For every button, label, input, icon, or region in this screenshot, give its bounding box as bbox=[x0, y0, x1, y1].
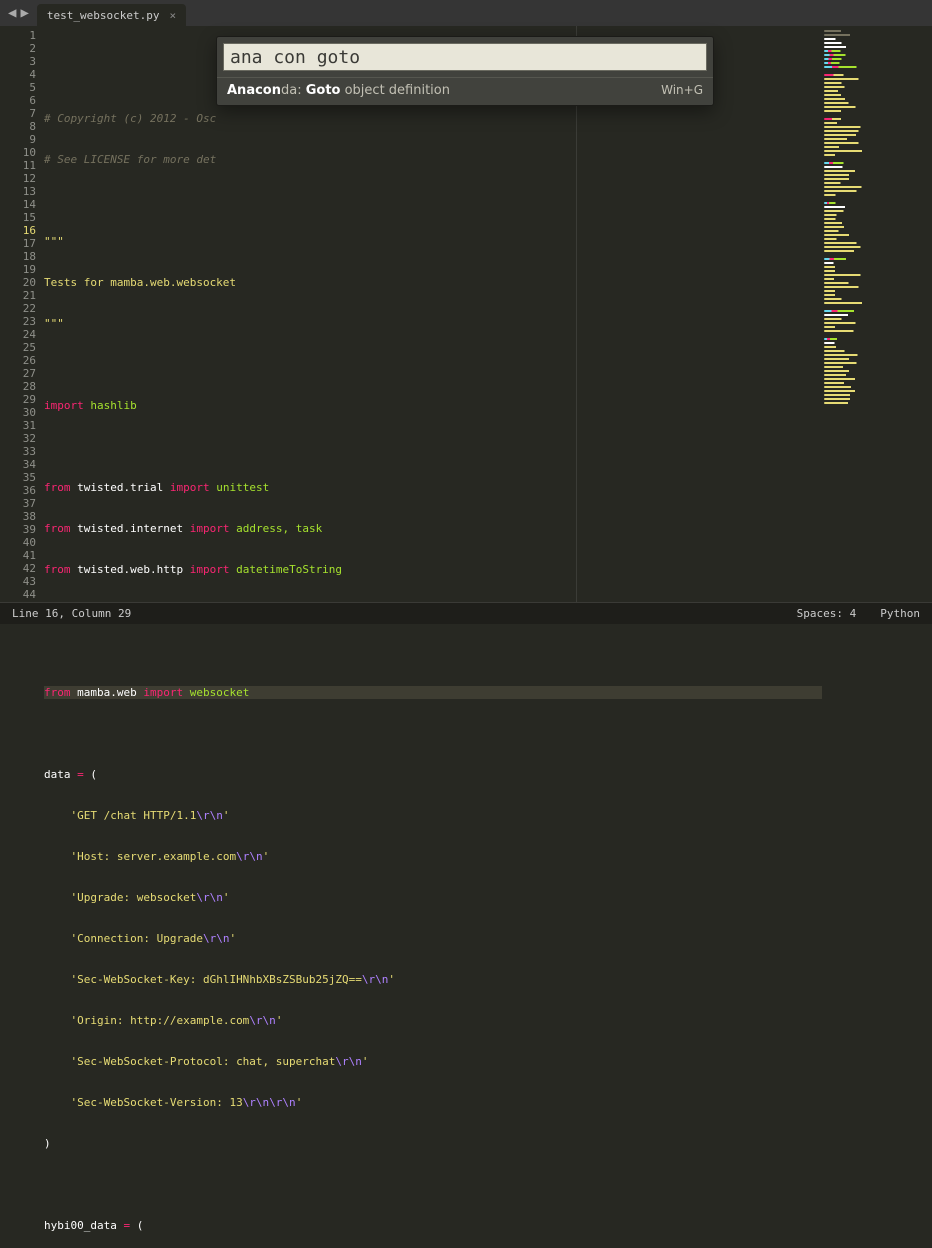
minimap[interactable] bbox=[822, 26, 932, 602]
command-palette: Anaconda: Goto object definition Win+G bbox=[216, 36, 714, 106]
syntax-language[interactable]: Python bbox=[880, 607, 920, 620]
tab-file[interactable]: test_websocket.py × bbox=[37, 4, 186, 26]
command-palette-input[interactable] bbox=[223, 43, 707, 71]
nav-arrows: ◀ ▶ bbox=[0, 5, 37, 21]
titlebar: ◀ ▶ test_websocket.py × bbox=[0, 0, 932, 26]
nav-forward-icon[interactable]: ▶ bbox=[20, 5, 28, 21]
keybinding-label: Win+G bbox=[661, 83, 703, 97]
indent-setting[interactable]: Spaces: 4 bbox=[797, 607, 857, 620]
cursor-position: Line 16, Column 29 bbox=[12, 607, 797, 620]
nav-back-icon[interactable]: ◀ bbox=[8, 5, 16, 21]
statusbar: Line 16, Column 29 Spaces: 4 Python bbox=[0, 602, 932, 624]
tab-filename: test_websocket.py bbox=[47, 9, 160, 22]
column-ruler bbox=[576, 26, 577, 602]
editor[interactable]: 1234567891011121314151617181920212223242… bbox=[0, 26, 932, 602]
code-area[interactable]: # Copyright (c) 2012 - Osc # See LICENSE… bbox=[44, 26, 822, 602]
close-icon[interactable]: × bbox=[169, 9, 176, 22]
gutter: 1234567891011121314151617181920212223242… bbox=[0, 26, 44, 602]
command-palette-result[interactable]: Anaconda: Goto object definition Win+G bbox=[217, 77, 713, 105]
